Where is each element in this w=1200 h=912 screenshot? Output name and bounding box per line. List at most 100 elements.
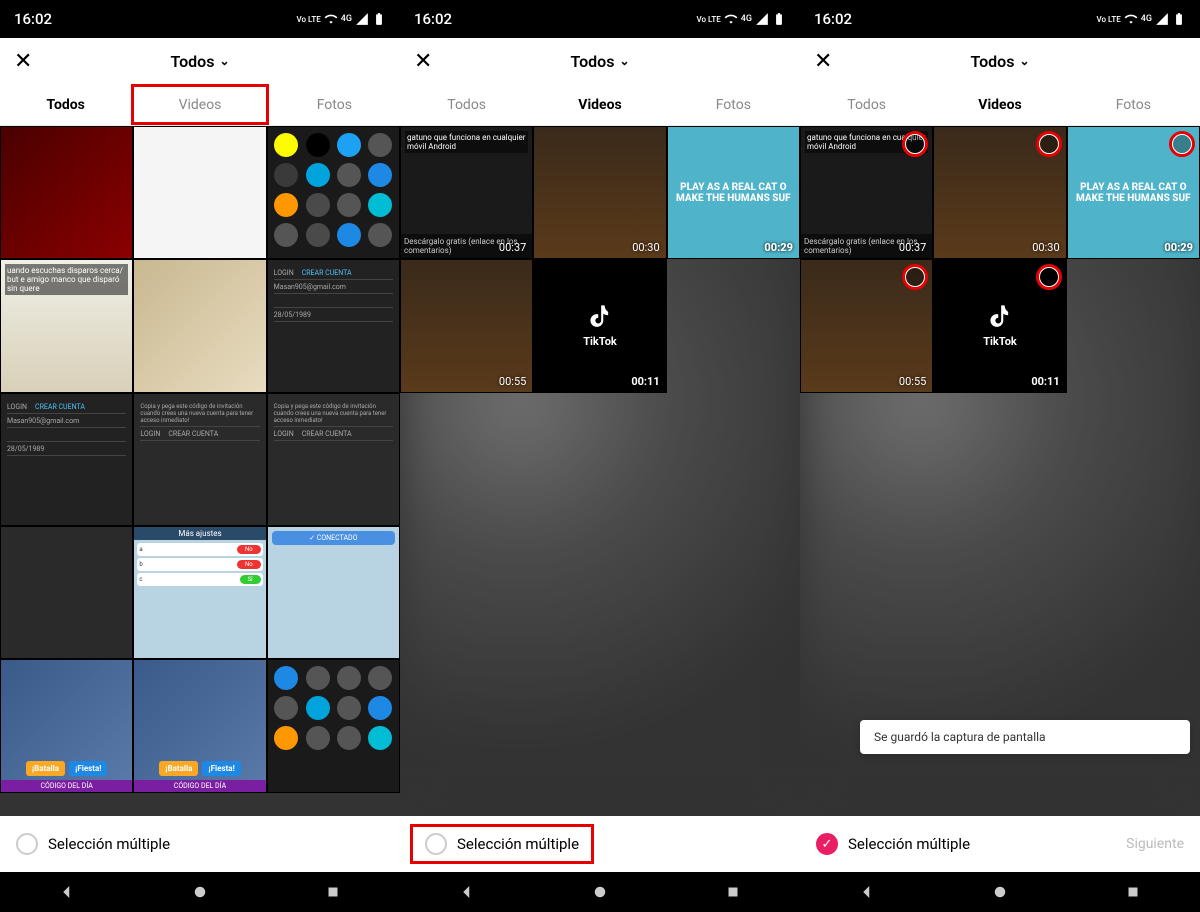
thumb[interactable] (267, 126, 400, 259)
tab-todos[interactable]: Todos (0, 84, 131, 125)
multi-select-label: Selección múltiple (48, 835, 170, 853)
nav-bar (400, 872, 800, 912)
duration: 00:30 (1032, 241, 1059, 254)
media-grid: gatuno que funciona en cualquier móvil A… (400, 126, 800, 816)
chevron-down-icon: ⌄ (619, 54, 629, 68)
tab-fotos[interactable]: Fotos (667, 84, 800, 125)
media-grid: uando escuchas disparos cerca/ but e ami… (0, 126, 400, 816)
screenshot-toast: Se guardó la captura de pantalla (860, 720, 1190, 754)
status-time: 16:02 (14, 10, 52, 28)
thumb[interactable]: ¡Batalla ¡Fiesta! CÓDIGO DEL DÍA (133, 659, 266, 792)
video-thumb[interactable]: TikTok 00:11 (933, 259, 1066, 392)
select-circle[interactable] (1171, 133, 1193, 155)
nav-back-icon[interactable] (858, 883, 876, 901)
thumb[interactable]: LOGINCREAR CUENTA Masan905@gmail.com 28/… (0, 393, 133, 526)
media-tabs: Todos Videos Fotos (400, 84, 800, 126)
duration: 00:11 (631, 375, 659, 388)
tab-todos[interactable]: Todos (400, 84, 533, 125)
album-title: Todos (970, 52, 1014, 71)
video-thumb[interactable]: 00:55 (400, 259, 533, 392)
video-thumb[interactable]: 00:55 (800, 259, 933, 392)
thumb[interactable]: Más ajustes aNobNocSí (133, 526, 266, 659)
tab-fotos[interactable]: Fotos (269, 84, 400, 125)
status-icons: Vo LTE 4G (1096, 12, 1186, 26)
select-circle[interactable] (904, 266, 926, 288)
multi-select-toggle[interactable]: ✓ (816, 833, 838, 855)
status-bar: 16:02 Vo LTE 4G (0, 0, 400, 38)
multi-select-label: Selección múltiple (848, 835, 970, 853)
status-bar: 16:02 Vo LTE 4G (800, 0, 1200, 38)
close-icon[interactable]: ✕ (414, 49, 432, 74)
close-icon[interactable]: ✕ (14, 49, 32, 74)
chevron-down-icon: ⌄ (219, 54, 229, 68)
video-thumb[interactable]: 00:30 (933, 126, 1066, 259)
tab-videos[interactable]: Videos (131, 84, 268, 125)
duration: 00:29 (1164, 241, 1193, 254)
thumb[interactable] (133, 126, 266, 259)
nav-home-icon[interactable] (991, 883, 1009, 901)
multi-select-label: Selección múltiple (457, 835, 579, 853)
phone-screen-3: 16:02 Vo LTE 4G ✕ Todos ⌄ Todos Videos F… (800, 0, 1200, 912)
nav-recent-icon[interactable] (1124, 883, 1142, 901)
status-bar: 16:02 Vo LTE 4G (400, 0, 800, 38)
chevron-down-icon: ⌄ (1019, 54, 1029, 68)
duration: 00:55 (499, 375, 526, 388)
bottom-bar: Selección múltiple (0, 816, 400, 872)
status-icons: Vo LTE 4G (296, 12, 386, 26)
multi-select-toggle[interactable] (16, 833, 38, 855)
duration: 00:29 (764, 241, 793, 254)
album-title: Todos (570, 52, 614, 71)
video-thumb[interactable]: 00:30 (533, 126, 666, 259)
status-icons: Vo LTE 4G (696, 12, 786, 26)
phone-screen-2: 16:02 Vo LTE 4G ✕ Todos ⌄ Todos Videos F… (400, 0, 800, 912)
media-tabs: Todos Videos Fotos (800, 84, 1200, 126)
thumb[interactable] (0, 126, 133, 259)
status-time: 16:02 (814, 10, 852, 28)
multi-select-toggle[interactable] (425, 833, 447, 855)
thumb[interactable]: LOGINCREAR CUENTA Masan905@gmail.com 28/… (267, 259, 400, 392)
album-dropdown[interactable]: Todos ⌄ (170, 52, 229, 71)
thumb[interactable] (133, 259, 266, 392)
album-title: Todos (170, 52, 214, 71)
tab-fotos[interactable]: Fotos (1067, 84, 1200, 125)
close-icon[interactable]: ✕ (814, 49, 832, 74)
picker-header: ✕ Todos ⌄ (800, 38, 1200, 84)
tab-videos[interactable]: Videos (933, 84, 1066, 125)
video-thumb[interactable]: PLAY AS A REAL CAT O MAKE THE HUMANS SUF… (1067, 126, 1200, 259)
select-circle[interactable] (1038, 266, 1060, 288)
thumb[interactable]: ✓ CONECTADO (267, 526, 400, 659)
thumb[interactable] (0, 526, 133, 659)
video-thumb[interactable]: PLAY AS A REAL CAT O MAKE THE HUMANS SUF… (667, 126, 800, 259)
media-grid: gatuno que funciona en cualquier móvil A… (800, 126, 1200, 816)
thumb[interactable]: Copia y pega este código de invitación c… (133, 393, 266, 526)
nav-back-icon[interactable] (58, 883, 76, 901)
tab-todos[interactable]: Todos (800, 84, 933, 125)
thumb[interactable]: Copia y pega este código de invitación c… (267, 393, 400, 526)
thumb[interactable]: ¡Batalla ¡Fiesta! CÓDIGO DEL DÍA (0, 659, 133, 792)
select-circle[interactable] (1038, 133, 1060, 155)
video-thumb[interactable]: gatuno que funciona en cualquier móvil A… (800, 126, 933, 259)
nav-bar (0, 872, 400, 912)
duration: 00:37 (899, 241, 926, 254)
album-dropdown[interactable]: Todos ⌄ (570, 52, 629, 71)
next-button[interactable]: Siguiente (1126, 836, 1184, 852)
media-tabs: Todos Videos Fotos (0, 84, 400, 126)
nav-back-icon[interactable] (458, 883, 476, 901)
duration: 00:30 (632, 241, 659, 254)
thumb[interactable]: uando escuchas disparos cerca/ but e ami… (0, 259, 133, 392)
thumb[interactable] (267, 659, 400, 792)
duration: 00:11 (1031, 375, 1059, 388)
nav-home-icon[interactable] (591, 883, 609, 901)
nav-recent-icon[interactable] (324, 883, 342, 901)
nav-recent-icon[interactable] (724, 883, 742, 901)
nav-home-icon[interactable] (191, 883, 209, 901)
duration: 00:37 (499, 241, 526, 254)
video-thumb[interactable]: TikTok 00:11 (533, 259, 666, 392)
bottom-bar: Selección múltiple (410, 824, 594, 864)
video-thumb[interactable]: gatuno que funciona en cualquier móvil A… (400, 126, 533, 259)
tab-videos[interactable]: Videos (533, 84, 666, 125)
status-time: 16:02 (414, 10, 452, 28)
bottom-bar: ✓ Selección múltiple Siguiente (800, 816, 1200, 872)
album-dropdown[interactable]: Todos ⌄ (970, 52, 1029, 71)
phone-screen-1: 16:02 Vo LTE 4G ✕ Todos ⌄ Todos Videos F… (0, 0, 400, 912)
